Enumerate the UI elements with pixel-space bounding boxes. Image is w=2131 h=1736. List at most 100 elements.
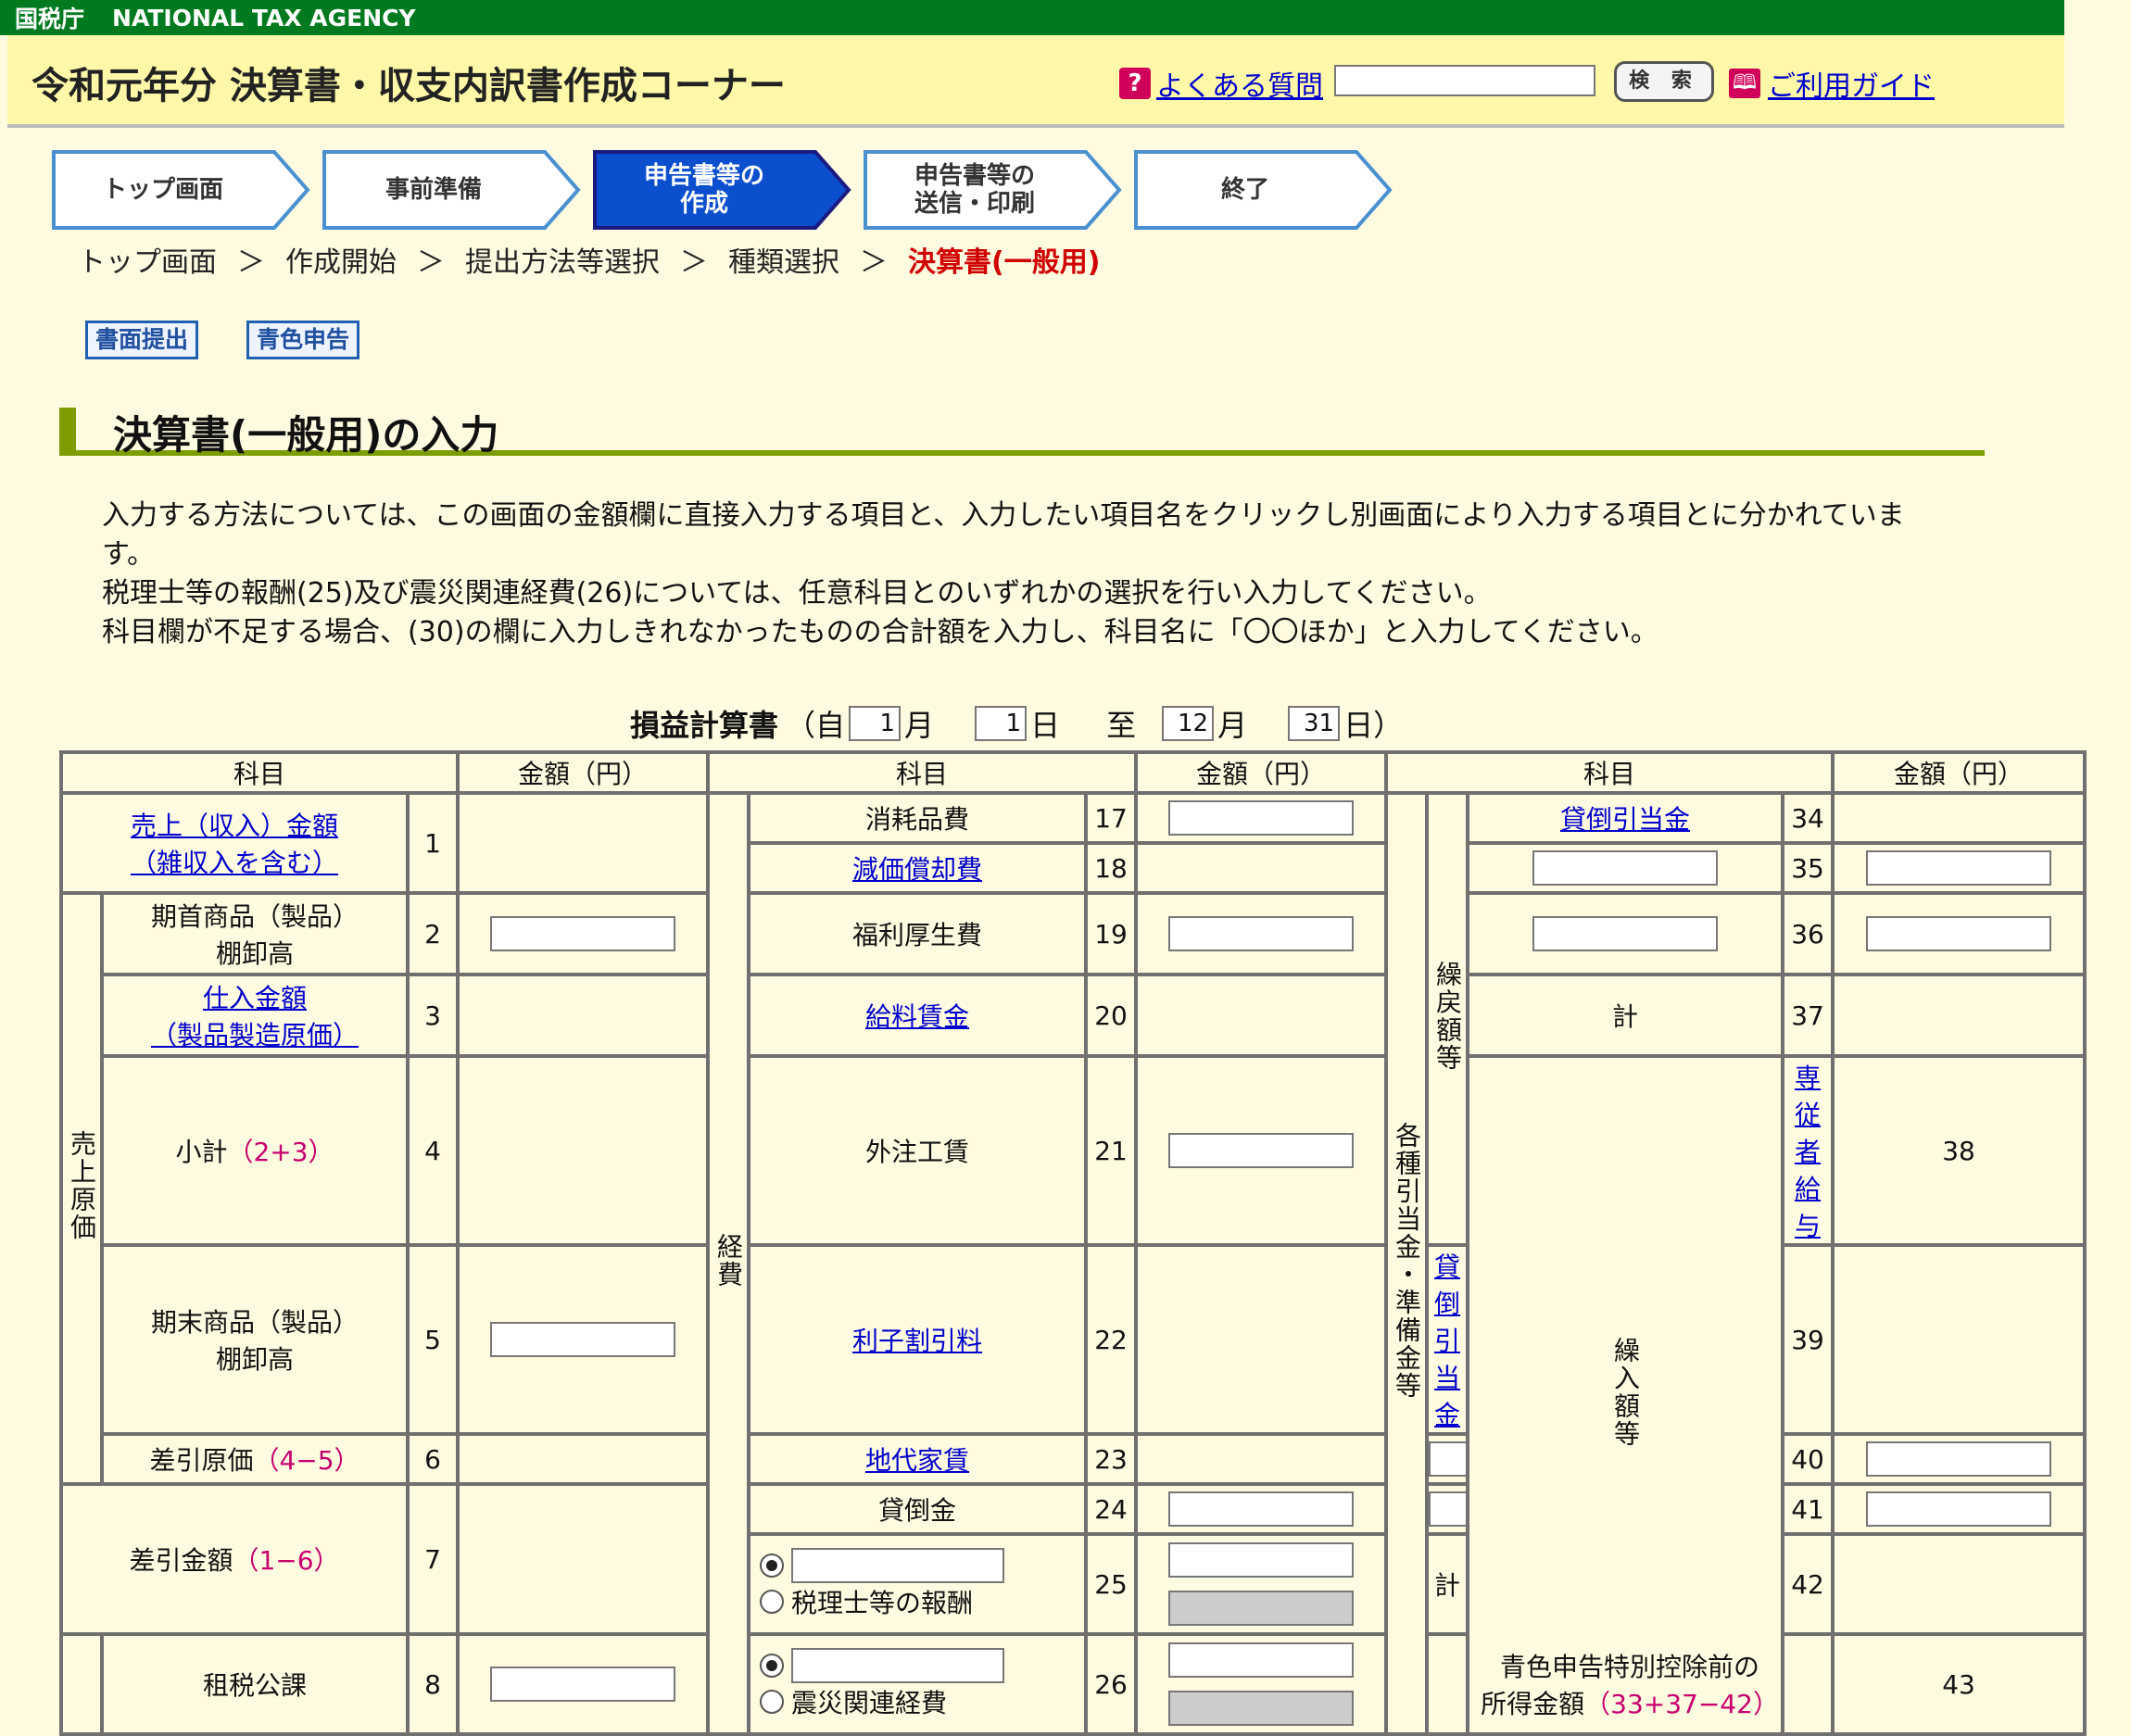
breadcrumb-item: 提出方法等選択 — [465, 246, 660, 279]
sales-link[interactable]: 売上（収入）金額 — [65, 806, 404, 843]
opening-inventory-label-sub: 棚卸高 — [215, 938, 294, 969]
family-employee-salary-link[interactable]: 専従者給与 — [1795, 1063, 1821, 1241]
step-top: トップ画面 — [52, 150, 311, 230]
amount-cell-37 — [1831, 973, 2087, 1058]
item-label: 小計（2+3） — [100, 1054, 410, 1247]
net-cost-formula: （4−5） — [253, 1445, 360, 1476]
sales-link-sub[interactable]: （雑収入を含む） — [65, 843, 404, 880]
row-number: 24 — [1084, 1482, 1139, 1536]
opening-inventory-label: 期首商品（製品） — [150, 901, 359, 932]
agency-name-jp: 国税庁 — [15, 6, 85, 32]
row-number: 38 — [1831, 1054, 2087, 1247]
amount-cell-23 — [1134, 1432, 1389, 1486]
interest-link[interactable]: 利子割引料 — [852, 1326, 982, 1356]
row-number: 2 — [405, 891, 460, 976]
item-label[interactable]: 専従者給与 — [1781, 1054, 1835, 1247]
amount-cell-18 — [1134, 841, 1389, 895]
rent-link[interactable]: 地代家賃 — [865, 1445, 969, 1476]
custom-item-input[interactable] — [791, 1648, 1005, 1683]
amount-input[interactable] — [490, 916, 676, 951]
tax-accountant-label: 税理士等の報酬 — [791, 1588, 974, 1618]
agency-bar: 国税庁 NATIONAL TAX AGENCY — [0, 0, 2064, 35]
item-label[interactable]: 給料賃金 — [747, 973, 1089, 1058]
custom-item-radio[interactable] — [760, 1654, 785, 1678]
row-number: 1 — [405, 791, 460, 895]
item-name-input[interactable] — [1532, 916, 1719, 951]
subtotal-label: 小計 — [175, 1137, 228, 1167]
amount-cell-20 — [1134, 973, 1389, 1058]
transfer-group-text: 繰入額等 — [1610, 1336, 1642, 1448]
item-label[interactable]: 仕入金額 （製品製造原価） — [100, 973, 410, 1058]
header-item: 科目 — [706, 750, 1139, 795]
amount-input[interactable] — [1866, 916, 2052, 951]
amount-cell-7 — [456, 1482, 711, 1636]
row-number: 39 — [1781, 1243, 1835, 1436]
item-label[interactable]: 貸倒引当金 — [1466, 791, 1785, 845]
purchases-link-sub[interactable]: （製品製造原価） — [106, 1015, 404, 1052]
closing-inventory-label-sub: 棚卸高 — [215, 1344, 294, 1375]
breadcrumb: トップ画面 ＞ 作成開始 ＞ 提出方法等選択 ＞ 種類選択 ＞ 決算書(一般用) — [78, 239, 1120, 280]
pre-deduction-income-label-sub: 所得金額 — [1481, 1689, 1585, 1719]
bad-debt-reserve-link[interactable]: 貸倒引当金 — [1434, 1252, 1460, 1430]
step-label: 終了 — [1220, 176, 1269, 204]
faq-link[interactable]: ? よくある質問 — [1119, 63, 1323, 104]
transfer-group-label: 繰入額等 — [1466, 1054, 1785, 1736]
to-day-input[interactable]: 31 — [1288, 706, 1341, 741]
guide-link[interactable]: 🕮 ご利用ガイド — [1729, 63, 1935, 104]
pre-deduction-income-label: 青色申告特別控除前の — [1500, 1652, 1760, 1682]
row-number: 35 — [1781, 841, 1835, 895]
disaster-expense-radio[interactable] — [760, 1690, 785, 1714]
item-label[interactable]: 貸倒引当金 — [1425, 1243, 1470, 1436]
amount-input[interactable] — [490, 1322, 676, 1357]
step-label: 申告書等の 作成 — [643, 162, 764, 218]
search-input[interactable] — [1334, 65, 1595, 96]
amount-cell-26 — [1134, 1632, 1389, 1736]
depreciation-link[interactable]: 減価償却費 — [852, 854, 982, 885]
amount-input[interactable] — [1168, 1642, 1355, 1678]
item-name-input[interactable] — [1431, 1441, 1465, 1477]
agency-name-en: NATIONAL TAX AGENCY — [112, 4, 416, 31]
amount-cell-39 — [1831, 1243, 2087, 1436]
bad-debt-reserve-link[interactable]: 貸倒引当金 — [1560, 804, 1690, 835]
item-label: 差引金額（1−6） — [59, 1482, 410, 1636]
to-month-input[interactable]: 12 — [1162, 706, 1215, 741]
faq-label[interactable]: よくある質問 — [1156, 63, 1323, 104]
amount-input[interactable] — [1168, 800, 1355, 836]
sales-link-cell[interactable]: 売上（収入）金額 （雑収入を含む） — [59, 791, 410, 895]
breadcrumb-sep: ＞ — [680, 246, 708, 279]
month-unit: 月 — [904, 708, 935, 743]
from-day-input[interactable]: 1 — [975, 706, 1028, 741]
row-number: 34 — [1781, 791, 1835, 845]
guide-label[interactable]: ご利用ガイド — [1768, 63, 1935, 104]
item-label[interactable]: 利子割引料 — [747, 1243, 1089, 1436]
amount-input[interactable] — [490, 1667, 676, 1702]
row-number: 19 — [1084, 891, 1139, 976]
wages-link[interactable]: 給料賃金 — [865, 1001, 969, 1032]
item-name-cell — [1425, 1482, 1470, 1536]
purchases-link[interactable]: 仕入金額 — [106, 978, 404, 1015]
custom-item-input[interactable] — [791, 1548, 1005, 1583]
custom-item-radio[interactable] — [760, 1554, 785, 1578]
item-label[interactable]: 地代家賃 — [747, 1432, 1089, 1486]
from-month-input[interactable]: 1 — [849, 706, 902, 741]
tax-accountant-radio[interactable] — [760, 1590, 785, 1614]
item-label[interactable]: 減価償却費 — [747, 841, 1089, 895]
row-number: 36 — [1781, 891, 1835, 976]
amount-input[interactable] — [1168, 1133, 1355, 1168]
step-label: トップ画面 — [102, 176, 223, 204]
amount-input[interactable] — [1866, 1491, 2052, 1527]
search-button[interactable]: 検 索 — [1614, 61, 1714, 102]
amount-input[interactable] — [1168, 1542, 1355, 1578]
amount-cell-4 — [456, 1054, 711, 1247]
step-create: 申告書等の 作成 — [593, 150, 852, 230]
reserve-group-text: 各種引当金・準備金等 — [1392, 1121, 1423, 1400]
amount-cell-19 — [1134, 891, 1389, 976]
step-label: 申告書等の 送信・印刷 — [914, 162, 1035, 218]
amount-input[interactable] — [1866, 850, 2052, 886]
item-name-input[interactable] — [1431, 1491, 1465, 1527]
amount-input[interactable] — [1168, 1491, 1355, 1527]
amount-input[interactable] — [1866, 1441, 2052, 1477]
amount-input[interactable] — [1168, 916, 1355, 951]
item-name-input[interactable] — [1532, 850, 1719, 886]
instruction-line: 科目欄が不足する場合、(30)の欄に入力しきれなかったものの合計額を入力し、科目… — [102, 616, 1658, 648]
